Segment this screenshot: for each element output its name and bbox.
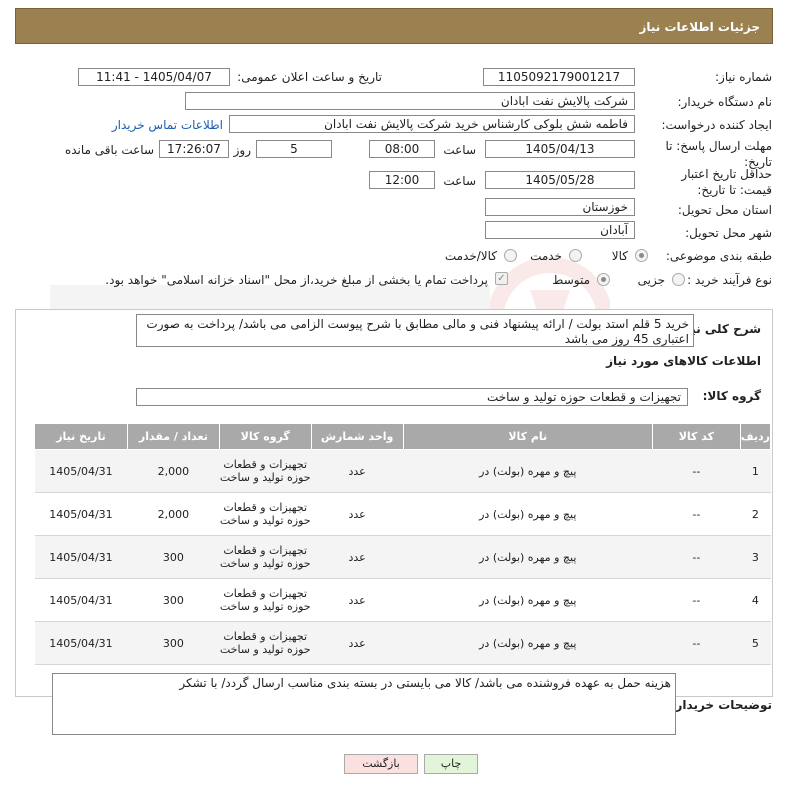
category-radio-goods[interactable] [635, 249, 648, 262]
cell-name: پیچ و مهره (بولت) در [403, 492, 653, 536]
table-row: 1 -- پیچ و مهره (بولت) در عدد تجهیزات و … [34, 449, 771, 493]
table-row: 2 -- پیچ و مهره (بولت) در عدد تجهیزات و … [34, 492, 771, 536]
validity-date-field: 1405/05/28 [485, 171, 635, 189]
contact-info-link[interactable]: اطلاعات تماس خریدار [112, 118, 223, 132]
process-option-medium: متوسط [552, 273, 590, 287]
cell-row: 1 [740, 449, 771, 493]
buyer-notes-label: توضیحات خریدار: [670, 698, 772, 712]
cell-code: -- [652, 449, 741, 493]
need-number-label: شماره نیاز: [715, 70, 772, 84]
process-option-minor: جزیی [637, 273, 665, 287]
creator-label: ایجاد کننده درخواست: [661, 118, 772, 132]
deadline-time-label: ساعت [443, 143, 476, 157]
cell-date: 1405/04/31 [34, 578, 128, 622]
cell-group: تجهیزات و قطعات حوزه تولید و ساخت [219, 621, 312, 665]
items-table: ردیف کد کالا نام کالا واحد شمارش گروه کا… [34, 423, 772, 665]
table-row: 4 -- پیچ و مهره (بولت) در عدد تجهیزات و … [34, 578, 771, 622]
province-label: استان محل تحویل: [677, 203, 772, 217]
cell-row: 5 [740, 621, 771, 665]
process-radio-minor[interactable] [672, 273, 685, 286]
cell-name: پیچ و مهره (بولت) در [403, 535, 653, 579]
remaining-label: ساعت باقی مانده [64, 143, 154, 157]
cell-code: -- [652, 535, 741, 579]
cell-unit: عدد [311, 621, 404, 665]
page-title: جزئیات اطلاعات نیاز [639, 20, 760, 34]
goods-group-field: تجهیزات و قطعات حوزه تولید و ساخت [136, 388, 688, 406]
col-header-code: کد کالا [651, 423, 741, 450]
validity-time-field: 12:00 [369, 171, 435, 189]
validity-time-label: ساعت [443, 174, 476, 188]
col-header-row: ردیف [739, 423, 772, 450]
category-option-service: خدمت [530, 249, 562, 263]
process-label: نوع فرآیند خرید : [687, 273, 772, 287]
announce-label: تاریخ و ساعت اعلان عمومی: [237, 70, 382, 84]
col-header-group: گروه کالا [218, 423, 312, 450]
cell-unit: عدد [311, 535, 404, 579]
cell-quantity: 2,000 [127, 449, 220, 493]
deadline-time-field: 08:00 [369, 140, 435, 158]
cell-date: 1405/04/31 [34, 449, 128, 493]
category-option-goods: کالا [611, 249, 628, 263]
goods-group-label: گروه کالا: [702, 389, 761, 403]
cell-date: 1405/04/31 [34, 492, 128, 536]
need-number-field: 1105092179001217 [483, 68, 635, 86]
category-label: طبقه بندی موضوعی: [665, 249, 772, 263]
cell-name: پیچ و مهره (بولت) در [403, 578, 653, 622]
page-header: جزئیات اطلاعات نیاز [15, 8, 773, 44]
cell-code: -- [652, 621, 741, 665]
cell-date: 1405/04/31 [34, 535, 128, 579]
cell-quantity: 2,000 [127, 492, 220, 536]
buyer-notes-textarea[interactable]: هزینه حمل به عهده فروشنده می باشد/ کالا … [52, 673, 676, 735]
cell-quantity: 300 [127, 535, 220, 579]
col-header-date: تاریخ نیاز [34, 423, 128, 450]
back-button[interactable]: بازگشت [344, 754, 418, 774]
category-radio-goods-service[interactable] [504, 249, 517, 262]
cell-code: -- [652, 578, 741, 622]
category-radio-service[interactable] [569, 249, 582, 262]
category-option-goods-service: کالا/خدمت [444, 249, 497, 263]
province-field: خوزستان [485, 198, 635, 216]
cell-name: پیچ و مهره (بولت) در [403, 621, 653, 665]
payment-checkbox[interactable]: ✓ [495, 272, 508, 285]
cell-row: 4 [740, 578, 771, 622]
payment-text: پرداخت تمام یا بخشی از مبلغ خرید،از محل … [105, 273, 488, 287]
cell-group: تجهیزات و قطعات حوزه تولید و ساخت [219, 492, 312, 536]
print-button[interactable]: چاپ [424, 754, 478, 774]
cell-unit: عدد [311, 578, 404, 622]
cell-unit: عدد [311, 492, 404, 536]
table-row: 5 -- پیچ و مهره (بولت) در عدد تجهیزات و … [34, 621, 771, 665]
cell-name: پیچ و مهره (بولت) در [403, 449, 653, 493]
buyer-label: نام دستگاه خریدار: [677, 95, 773, 109]
items-table-header: ردیف کد کالا نام کالا واحد شمارش گروه کا… [34, 423, 772, 450]
announce-date-field: 1405/04/07 - 11:41 [78, 68, 230, 86]
process-radio-medium[interactable] [597, 273, 610, 286]
cell-quantity: 300 [127, 621, 220, 665]
cell-date: 1405/04/31 [34, 621, 128, 665]
cell-group: تجهیزات و قطعات حوزه تولید و ساخت [219, 535, 312, 579]
goods-section-title: اطلاعات کالاهای مورد نیاز [606, 354, 761, 368]
days-field: 5 [256, 140, 332, 158]
cell-code: -- [652, 492, 741, 536]
validity-label: حداقل تاریخ اعتبار قیمت: تا تاریخ: [681, 167, 772, 197]
cell-group: تجهیزات و قطعات حوزه تولید و ساخت [219, 449, 312, 493]
col-header-name: نام کالا [402, 423, 653, 450]
cell-group: تجهیزات و قطعات حوزه تولید و ساخت [219, 578, 312, 622]
city-label: شهر محل تحویل: [685, 226, 772, 240]
buyer-field: شرکت پالایش نفت ابادان [185, 92, 635, 110]
table-row: 3 -- پیچ و مهره (بولت) در عدد تجهیزات و … [34, 535, 771, 579]
cell-unit: عدد [311, 449, 404, 493]
creator-field: فاطمه شش بلوکی کارشناس خرید شرکت پالایش … [229, 115, 635, 133]
deadline-date-field: 1405/04/13 [485, 140, 635, 158]
cell-row: 2 [740, 492, 771, 536]
summary-textarea[interactable]: خرید 5 قلم استد بولت / ارائه پیشنهاد فنی… [136, 314, 694, 347]
remaining-time-field: 17:26:07 [159, 140, 229, 158]
col-header-unit: واحد شمارش [310, 423, 404, 450]
cell-row: 3 [740, 535, 771, 579]
city-field: آبادان [485, 221, 635, 239]
cell-quantity: 300 [127, 578, 220, 622]
col-header-quantity: تعداد / مقدار [126, 423, 220, 450]
